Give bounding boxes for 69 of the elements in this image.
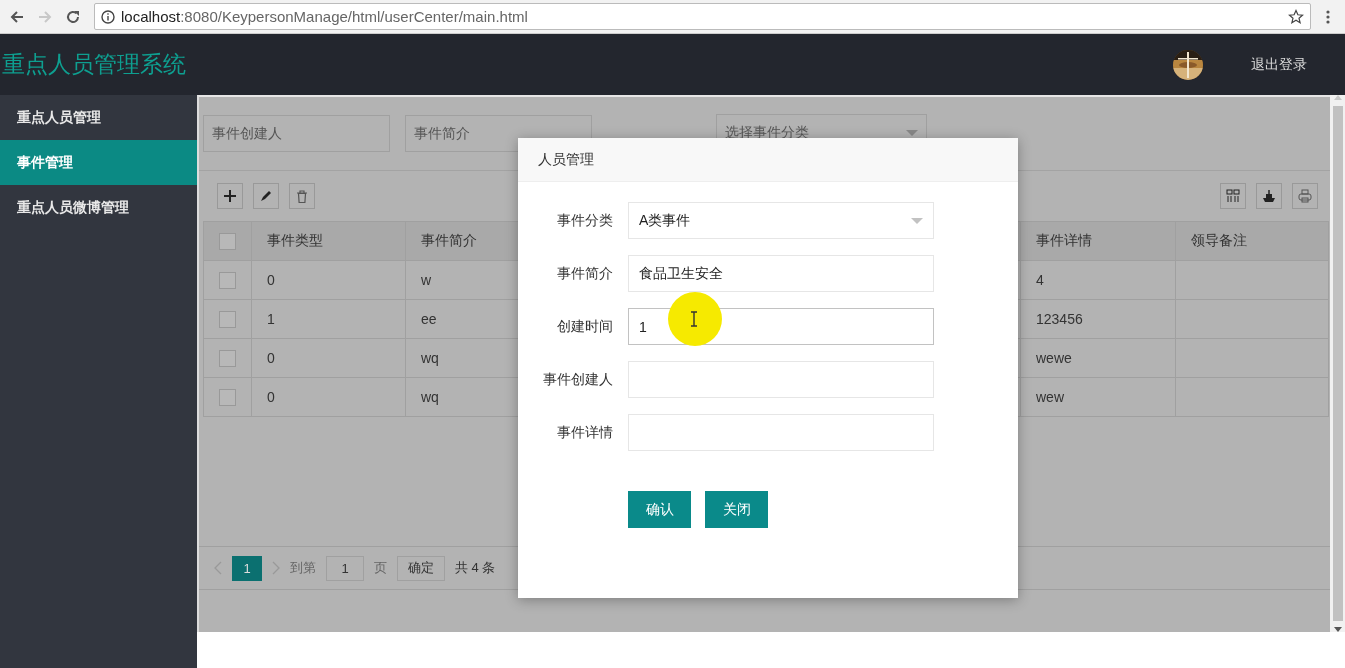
sidebar-item[interactable]: 事件管理 [0,140,197,185]
dialog-title: 人员管理 [518,138,1018,182]
caret-icon [906,129,918,136]
field-label: 事件简介 [556,264,613,283]
chevron-left-icon[interactable] [214,561,222,575]
edit-button[interactable] [253,183,279,209]
table-cell: wew [1036,389,1064,405]
table-cell: wewe [1036,350,1072,366]
export-button[interactable] [1256,183,1282,209]
checkbox[interactable] [219,388,236,406]
category-dropdown[interactable]: A类事件 [628,202,934,239]
table-cell: 0 [267,272,275,288]
pencil-icon [260,190,272,202]
search-field[interactable]: 事件创建人 [203,115,390,152]
column-header: 领导备注 [1191,232,1247,248]
table-cell: 1 [267,311,275,327]
table-cell: w [421,272,432,288]
page-unit-label: 页 [374,559,387,577]
add-button[interactable] [217,183,243,209]
total-count: 共 4 条 [455,559,496,577]
dialog-button[interactable]: 关闭 [705,491,768,528]
grid-icon [1226,189,1240,203]
logout-link[interactable]: 退出登录 [1251,55,1307,74]
dialog-button[interactable]: 确认 [628,491,691,528]
sidebar-item[interactable]: 重点人员管理 [0,95,197,140]
trash-icon [296,189,308,203]
table-cell: 123456 [1036,311,1083,327]
field-label: 创建时间 [556,317,613,336]
caret-icon [911,217,923,224]
menu-icon[interactable] [1326,8,1330,25]
page-input[interactable]: 1 [326,555,364,581]
input-field[interactable]: 食品卫生安全 [628,255,934,292]
goto-label: 到第 [290,559,316,577]
reload-icon[interactable] [65,8,81,25]
plus-icon [224,190,236,202]
columns-button[interactable] [1220,183,1246,209]
column-header: 事件类型 [267,232,323,248]
scroll-down-icon[interactable] [1333,627,1342,632]
field-label: 事件详情 [556,423,613,442]
checkbox[interactable] [219,349,236,367]
table-cell: 0 [267,389,275,405]
back-icon[interactable] [9,8,25,25]
checkbox[interactable] [219,271,236,289]
input-field[interactable] [628,361,934,398]
table-cell: wq [421,350,439,366]
table-cell: wq [421,389,439,405]
text-cursor-icon [667,291,723,347]
forward-icon[interactable] [37,8,53,25]
field-label: 事件创建人 [542,370,613,389]
app-title: 重点人员管理系统 [1,50,187,79]
checkbox[interactable] [219,310,236,328]
column-header: 事件简介 [421,232,477,248]
printer-icon [1298,189,1312,203]
star-icon[interactable] [1288,8,1304,25]
table-cell: 0 [267,350,275,366]
table-cell: 4 [1036,272,1044,288]
column-header: 事件详情 [1036,232,1092,248]
table-cell: ee [421,311,437,327]
delete-button[interactable] [289,183,315,209]
print-button[interactable] [1292,183,1318,209]
checkbox[interactable] [219,232,236,250]
info-icon[interactable] [101,9,115,24]
input-field[interactable] [628,414,934,451]
confirm-button[interactable]: 确定 [397,555,445,581]
sidebar-item[interactable]: 重点人员微博管理 [0,185,197,230]
field-label: 事件分类 [556,211,613,230]
page-button[interactable]: 1 [232,555,262,581]
chevron-right-icon[interactable] [272,561,280,575]
scrollbar-thumb[interactable] [1332,106,1343,621]
